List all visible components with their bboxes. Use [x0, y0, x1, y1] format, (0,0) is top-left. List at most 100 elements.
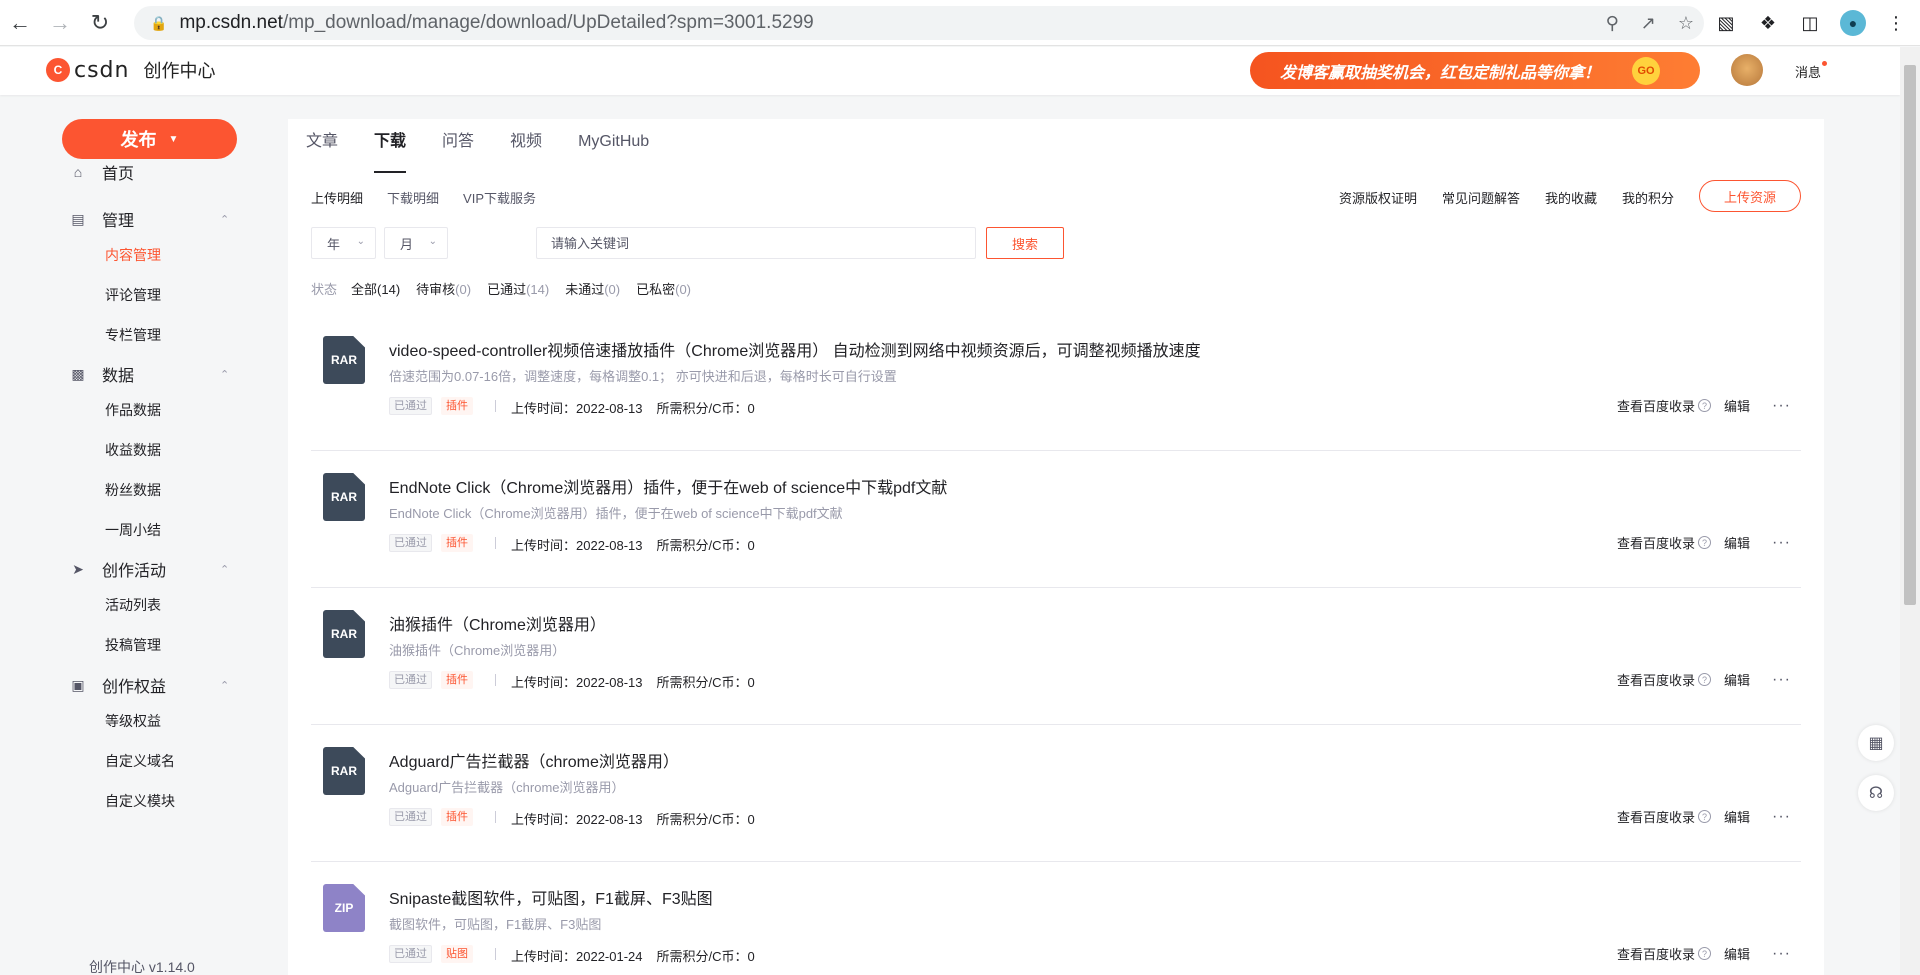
- bar-chart-icon: ▩: [71, 365, 85, 382]
- more-icon[interactable]: ···: [1772, 671, 1791, 689]
- tab-articles[interactable]: 文章: [306, 129, 338, 173]
- year-select[interactable]: 年 ⌄: [311, 227, 376, 259]
- sidebar-group-rights[interactable]: ▣ 创作权益 ⌃: [70, 673, 229, 697]
- sidebar-item-content-manage[interactable]: 内容管理: [105, 245, 161, 265]
- sidebar-group-manage[interactable]: ▤ 管理 ⌃: [70, 207, 229, 231]
- messages-link[interactable]: 消息: [1795, 61, 1828, 81]
- subnav-download-details[interactable]: 下载明细: [387, 188, 439, 207]
- status-option-label: 全部: [351, 282, 378, 297]
- sidebar-group-data[interactable]: ▩ 数据 ⌃: [70, 362, 229, 386]
- menu-icon[interactable]: ⋮: [1884, 11, 1908, 35]
- sidebar-item-custom-domain[interactable]: 自定义域名: [105, 751, 175, 771]
- status-approved[interactable]: 已通过(14): [487, 279, 549, 298]
- my-points-link[interactable]: 我的积分: [1622, 188, 1674, 207]
- logo[interactable]: C csdn 创作中心: [46, 57, 215, 83]
- edit-link[interactable]: 编辑: [1724, 807, 1750, 826]
- month-select[interactable]: 月 ⌄: [384, 227, 448, 259]
- sidebar-item-activity-list[interactable]: 活动列表: [105, 595, 161, 615]
- qr-code-icon[interactable]: ▦: [1858, 725, 1894, 761]
- edit-link[interactable]: 编辑: [1724, 396, 1750, 415]
- sidebar-item-fans-data[interactable]: 粉丝数据: [105, 480, 161, 500]
- more-icon[interactable]: ···: [1772, 808, 1791, 826]
- messages-label: 消息: [1795, 65, 1822, 80]
- sidebar-item-submission-manage[interactable]: 投稿管理: [105, 635, 161, 655]
- view-baidu-index-link[interactable]: 查看百度收录: [1617, 396, 1695, 415]
- search-button[interactable]: 搜索: [986, 227, 1064, 259]
- status-pending[interactable]: 待审核(0): [416, 279, 471, 298]
- view-baidu-index-link[interactable]: 查看百度收录: [1617, 807, 1695, 826]
- help-icon[interactable]: ?: [1698, 947, 1711, 960]
- resource-title[interactable]: video-speed-controller视频倍速播放插件（Chrome浏览器…: [389, 337, 1201, 361]
- help-icon[interactable]: ?: [1698, 810, 1711, 823]
- promo-banner[interactable]: 发博客赢取抽奖机会，红包定制礼品等你拿！ GO: [1250, 52, 1700, 89]
- lock-icon[interactable]: 🔒: [150, 15, 167, 32]
- resource-title[interactable]: 油猴插件（Chrome浏览器用）: [389, 611, 606, 635]
- required-points: 所需积分/C币：0: [656, 401, 755, 416]
- list-item: RAR Adguard广告拦截器（chrome浏览器用） Adguard广告拦截…: [311, 725, 1801, 862]
- bookmark-star-icon[interactable]: ☆: [1678, 13, 1694, 34]
- sidebar-item-home[interactable]: ⌂ 首页: [70, 160, 134, 184]
- edit-link[interactable]: 编辑: [1724, 533, 1750, 552]
- resource-title[interactable]: EndNote Click（Chrome浏览器用）插件，便于在web of sc…: [389, 474, 947, 498]
- tab-video[interactable]: 视频: [510, 129, 542, 173]
- sidebar-group-activity[interactable]: ➤ 创作活动 ⌃: [70, 557, 229, 581]
- share-icon[interactable]: ↗: [1641, 13, 1656, 34]
- view-baidu-index-link[interactable]: 查看百度收录: [1617, 944, 1695, 963]
- more-icon[interactable]: ···: [1772, 397, 1791, 415]
- url-text[interactable]: mp.csdn.net/mp_download/manage/download/…: [179, 12, 813, 34]
- resource-description: Adguard广告拦截器（chrome浏览器用）: [389, 780, 625, 795]
- back-icon[interactable]: ←: [0, 0, 40, 46]
- resource-title[interactable]: Snipaste截图软件，可贴图，F1截屏、F3贴图: [389, 885, 713, 909]
- resource-list: RAR video-speed-controller视频倍速播放插件（Chrom…: [311, 314, 1801, 975]
- content-tabs: 文章 下载 问答 视频 MyGitHub: [306, 129, 685, 173]
- address-bar[interactable]: 🔒 mp.csdn.net/mp_download/manage/downloa…: [134, 6, 1704, 40]
- tab-downloads[interactable]: 下载: [374, 129, 407, 173]
- edit-link[interactable]: 编辑: [1724, 670, 1750, 689]
- my-favorites-link[interactable]: 我的收藏: [1545, 188, 1597, 207]
- status-option-count: (0): [675, 282, 692, 297]
- subnav-upload-details[interactable]: 上传明细: [311, 188, 363, 207]
- copyright-proof-link[interactable]: 资源版权证明: [1339, 188, 1417, 207]
- logo-text: csdn: [74, 57, 130, 83]
- status-private[interactable]: 已私密(0): [636, 279, 691, 298]
- subnav-vip-download[interactable]: VIP下载服务: [463, 188, 536, 207]
- scrollbar-thumb[interactable]: [1904, 65, 1916, 605]
- help-icon[interactable]: ?: [1698, 399, 1711, 412]
- extension-icon[interactable]: ▧: [1714, 11, 1738, 35]
- resource-title[interactable]: Adguard广告拦截器（chrome浏览器用）: [389, 748, 679, 772]
- tab-mygithub[interactable]: MyGitHub: [578, 129, 649, 173]
- sidebar-item-comment-manage[interactable]: 评论管理: [105, 285, 161, 305]
- profile-icon[interactable]: ●: [1840, 10, 1866, 36]
- help-icon[interactable]: ?: [1698, 536, 1711, 549]
- tab-qa[interactable]: 问答: [442, 129, 474, 173]
- puzzle-icon[interactable]: ❖: [1756, 11, 1780, 35]
- status-all[interactable]: 全部(14): [351, 279, 400, 298]
- more-icon[interactable]: ···: [1772, 945, 1791, 963]
- publish-button[interactable]: 发布 ▼: [62, 119, 237, 159]
- sidebar-item-income-data[interactable]: 收益数据: [105, 440, 161, 460]
- side-panel-icon[interactable]: ◫: [1798, 11, 1822, 35]
- home-icon: ⌂: [73, 164, 83, 180]
- upload-resource-button[interactable]: 上传资源: [1699, 180, 1801, 212]
- page-scrollbar[interactable]: [1900, 47, 1920, 975]
- view-baidu-index-link[interactable]: 查看百度收录: [1617, 670, 1695, 689]
- search-input[interactable]: [536, 227, 976, 259]
- sidebar-item-custom-module[interactable]: 自定义模块: [105, 791, 175, 811]
- chevron-up-icon: ⌃: [220, 368, 230, 381]
- list-item: RAR 油猴插件（Chrome浏览器用） 油猴插件（Chrome浏览器用） 已通…: [311, 588, 1801, 725]
- faq-link[interactable]: 常见问题解答: [1442, 188, 1520, 207]
- view-baidu-index-link[interactable]: 查看百度收录: [1617, 533, 1695, 552]
- reload-icon[interactable]: ↻: [80, 0, 120, 46]
- sidebar-item-column-manage[interactable]: 专栏管理: [105, 325, 161, 345]
- sidebar-item-weekly-summary[interactable]: 一周小结: [105, 520, 161, 540]
- sidebar-item-works-data[interactable]: 作品数据: [105, 400, 161, 420]
- zoom-icon[interactable]: ⚲: [1606, 13, 1619, 34]
- headset-icon[interactable]: ☊: [1858, 775, 1894, 811]
- forward-icon[interactable]: →: [40, 0, 80, 46]
- more-icon[interactable]: ···: [1772, 534, 1791, 552]
- help-icon[interactable]: ?: [1698, 673, 1711, 686]
- edit-link[interactable]: 编辑: [1724, 944, 1750, 963]
- avatar[interactable]: [1731, 54, 1763, 86]
- sidebar-item-level-rights[interactable]: 等级权益: [105, 711, 161, 731]
- status-rejected[interactable]: 未通过(0): [565, 279, 620, 298]
